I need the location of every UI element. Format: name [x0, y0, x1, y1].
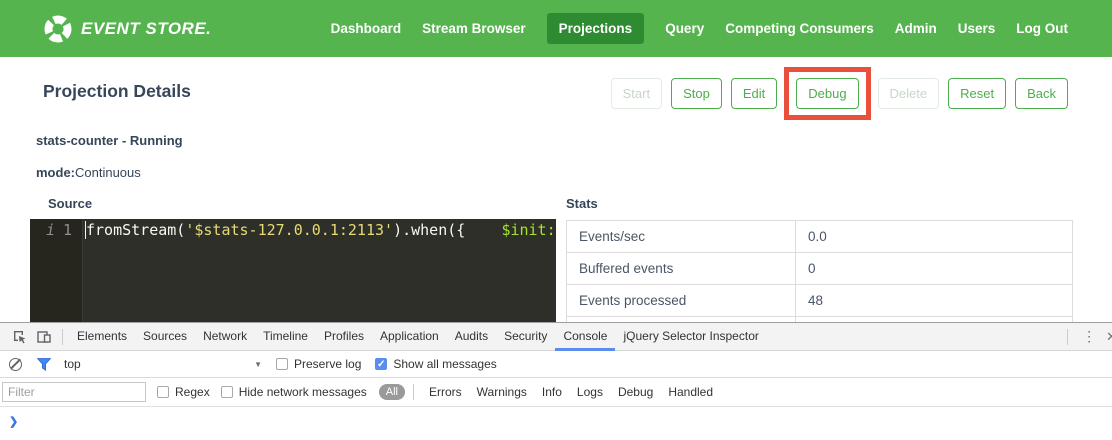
devtools-tab-network[interactable]: Network — [195, 323, 255, 350]
filter-all-badge[interactable]: All — [379, 384, 405, 400]
show-all-messages-label: Show all messages — [393, 357, 496, 371]
mode-label: mode: — [36, 165, 75, 180]
clear-console-icon[interactable] — [9, 358, 22, 371]
code-line: fromStream('$stats-127.0.0.1:2113').when… — [85, 221, 556, 239]
show-all-messages-checkbox[interactable]: ✓ — [375, 358, 387, 370]
debug-highlight-box: Debug — [784, 67, 870, 120]
prompt-chevron-icon: ❯ — [9, 416, 18, 428]
projection-status: stats-counter - Running — [36, 133, 183, 148]
nav-item-users[interactable]: Users — [958, 13, 996, 44]
nav-item-admin[interactable]: Admin — [895, 13, 937, 44]
stat-name: Events/sec — [567, 221, 796, 253]
chevron-down-icon: ▼ — [254, 360, 262, 369]
top-navbar: EVENT STORE. Dashboard Stream Browser Proj… — [0, 0, 1112, 57]
code-token: $init: — [501, 221, 555, 239]
nav-item-competing-consumers[interactable]: Competing Consumers — [725, 13, 874, 44]
devtools-tab-console[interactable]: Console — [555, 323, 615, 351]
nav-item-log-out[interactable]: Log Out — [1016, 13, 1068, 44]
console-filterbar: Regex Hide network messages All Errors Wa… — [0, 378, 1112, 407]
code-token — [465, 221, 501, 239]
code-token: ).when({ — [393, 221, 465, 239]
stat-name: Buffered events — [567, 253, 796, 285]
stat-value: 0 — [796, 253, 1073, 285]
stat-value: 0.0 — [796, 221, 1073, 253]
stat-value: 48 — [796, 285, 1073, 317]
nav-list: Dashboard Stream Browser Projections Query C… — [331, 13, 1068, 44]
page-title: Projection Details — [43, 81, 191, 102]
inspect-element-icon[interactable] — [8, 326, 32, 348]
level-filter-handled[interactable]: Handled — [668, 385, 713, 399]
level-filter-logs[interactable]: Logs — [577, 385, 603, 399]
devtools-tab-elements[interactable]: Elements — [69, 323, 135, 350]
context-value: top — [64, 357, 81, 371]
stats-row: Buffered events0 — [567, 253, 1073, 285]
edit-button[interactable]: Edit — [731, 78, 777, 109]
level-filters: Errors Warnings Info Logs Debug Handled — [429, 385, 713, 399]
brand-text: EVENT STORE. — [81, 19, 211, 39]
hide-network-label: Hide network messages — [239, 385, 367, 399]
start-button: Start — [611, 78, 662, 109]
regex-toggle[interactable]: Regex — [157, 385, 210, 399]
devtools-menu-icon[interactable]: ⋮ — [1074, 328, 1104, 345]
devtools-tab-jquery-selector-inspector[interactable]: jQuery Selector Inspector — [615, 323, 766, 350]
projection-mode: mode:Continuous — [36, 165, 141, 180]
preserve-log-label: Preserve log — [294, 357, 361, 371]
devtools-tab-timeline[interactable]: Timeline — [255, 323, 316, 350]
nav-item-dashboard[interactable]: Dashboard — [331, 13, 402, 44]
preserve-log-checkbox[interactable] — [276, 358, 288, 370]
console-prompt[interactable]: ❯ — [0, 407, 1112, 428]
code-token: '$stats-127.0.0.1:2113' — [185, 221, 393, 239]
console-filter-input[interactable] — [2, 382, 146, 402]
devtools-tabs: ElementsSourcesNetworkTimelineProfilesAp… — [69, 323, 767, 351]
tabbar-right-controls: ⋮ ✕ — [1061, 328, 1112, 345]
devtools-tab-profiles[interactable]: Profiles — [316, 323, 372, 350]
stats-label: Stats — [566, 196, 1073, 211]
action-buttons: Start Stop Edit Debug Delete Reset Back — [611, 78, 1068, 109]
execution-context-select[interactable]: top ▼ — [64, 357, 262, 371]
hide-network-toggle[interactable]: Hide network messages — [221, 385, 367, 399]
regex-label: Regex — [175, 385, 210, 399]
devtools-panel: ElementsSourcesNetworkTimelineProfilesAp… — [0, 322, 1112, 440]
debug-button[interactable]: Debug — [796, 78, 858, 109]
nav-item-stream-browser[interactable]: Stream Browser — [422, 13, 526, 44]
filter-funnel-icon[interactable] — [37, 358, 51, 371]
filterbar-separator — [413, 384, 414, 400]
level-filter-errors[interactable]: Errors — [429, 385, 462, 399]
back-button[interactable]: Back — [1015, 78, 1068, 109]
stat-name: Events processed — [567, 285, 796, 317]
level-filter-info[interactable]: Info — [542, 385, 562, 399]
level-filter-debug[interactable]: Debug — [618, 385, 653, 399]
source-label: Source — [48, 196, 556, 211]
code-token: fromStream( — [86, 221, 185, 239]
devtools-tab-audits[interactable]: Audits — [447, 323, 496, 350]
device-toolbar-icon[interactable] — [32, 326, 56, 348]
level-filter-warnings[interactable]: Warnings — [477, 385, 527, 399]
tabbar-separator — [62, 329, 63, 345]
devtools-tab-application[interactable]: Application — [372, 323, 447, 350]
devtools-tab-sources[interactable]: Sources — [135, 323, 195, 350]
delete-button: Delete — [878, 78, 940, 109]
stats-row: Events processed48 — [567, 285, 1073, 317]
stop-button[interactable]: Stop — [671, 78, 722, 109]
nav-item-projections[interactable]: Projections — [547, 13, 645, 44]
show-all-messages-toggle[interactable]: ✓ Show all messages — [375, 357, 496, 371]
devtools-tab-security[interactable]: Security — [496, 323, 555, 350]
reset-button[interactable]: Reset — [948, 78, 1006, 109]
devtools-close-icon[interactable]: ✕ — [1104, 329, 1112, 345]
event-store-ring-icon — [44, 15, 72, 43]
mode-value: Continuous — [75, 165, 141, 180]
event-store-logo[interactable]: EVENT STORE. — [44, 15, 211, 43]
console-toolbar: top ▼ Preserve log ✓ Show all messages — [0, 351, 1112, 378]
hide-network-checkbox[interactable] — [221, 386, 233, 398]
nav-item-query[interactable]: Query — [665, 13, 704, 44]
tabbar-separator — [1067, 329, 1068, 345]
devtools-tabbar: ElementsSourcesNetworkTimelineProfilesAp… — [0, 323, 1112, 351]
stats-row: Events/sec0.0 — [567, 221, 1073, 253]
regex-checkbox[interactable] — [157, 386, 169, 398]
preserve-log-toggle[interactable]: Preserve log — [276, 357, 361, 371]
